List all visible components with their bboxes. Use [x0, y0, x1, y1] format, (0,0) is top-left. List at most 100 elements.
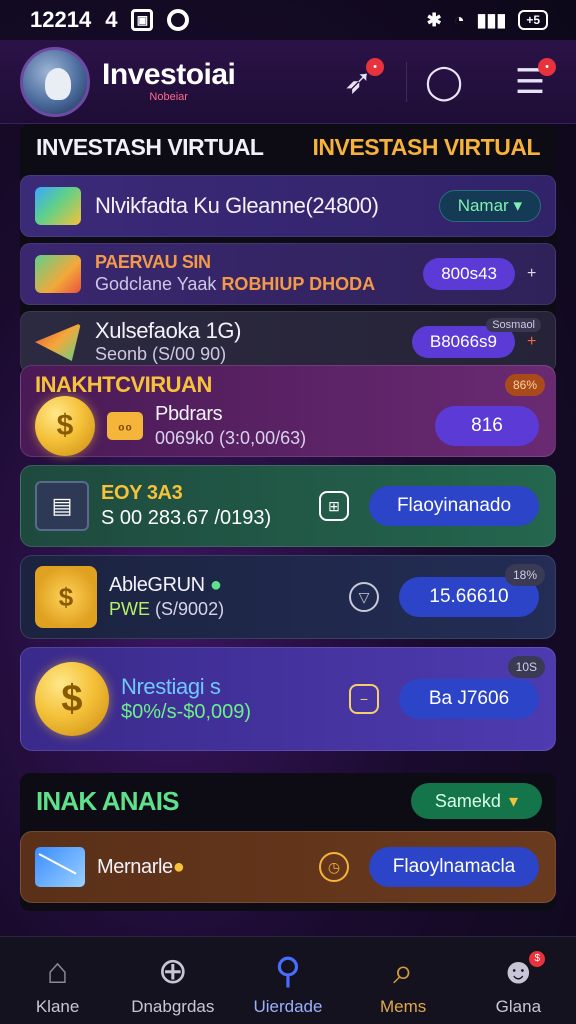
nav-label: Mems	[380, 996, 427, 1016]
status-left: 12214 4 ▣	[30, 7, 190, 33]
nav-item-home[interactable]: ⌂ Klane	[3, 949, 113, 1017]
nav-item-search[interactable]: ⌕ Mems	[348, 949, 458, 1017]
inak-panel: INAK ANAIS Samekd ▾ Mernarle● ◷ Flaoylna…	[20, 773, 556, 911]
wifi-icon: ◔	[453, 9, 465, 30]
percent-badge: 86%	[504, 374, 545, 396]
card-title: AbleGRUN ●	[109, 573, 349, 598]
status-time: 12214	[30, 7, 92, 32]
avatar[interactable]	[20, 46, 90, 117]
card-title: EOY 3A3	[101, 482, 183, 504]
check-icon: ●	[209, 574, 222, 597]
dollar-card[interactable]: 10S $ Nrestiagi s $0%/s-$0,009) − Ba J76…	[20, 647, 556, 751]
menu-badge: •	[538, 57, 556, 76]
notification-badge: •	[366, 57, 384, 76]
plus-icon[interactable]: +	[527, 265, 541, 283]
image-icon: ▣	[131, 9, 154, 31]
panel2-title: INAK ANAIS	[36, 785, 180, 816]
card-action-button[interactable]: Flaoyinanado	[369, 486, 539, 526]
card-text: AbleGRUN ● PWE (S/9002)	[109, 573, 349, 621]
list-item[interactable]: Nlvikfadta Ku Gleanne(24800) Namar ▾	[20, 175, 556, 237]
coin-icon: ●	[172, 855, 185, 878]
device-card[interactable]: ▤ EOY 3A3 S 00 283.67 /0193) ⊞ Flaoyinan…	[20, 465, 556, 547]
row-sub-text: Godclane Yaak	[95, 274, 217, 294]
card-sub-text: (S/9002)	[155, 599, 225, 620]
card-title: Nrestiagi s	[121, 673, 221, 699]
row-sub-highlight: ROBHIUP DHODA	[221, 274, 376, 294]
status-bar: 12214 4 ▣ ✱ ◔ ▮▮▮ +5	[0, 0, 576, 40]
search-icon: ⌕	[393, 949, 414, 991]
status-right: ✱ ◔ ▮▮▮ +5	[427, 10, 548, 31]
home-icon: ⌂	[46, 949, 69, 991]
row-title: PAERVAU SIN	[95, 252, 211, 273]
circle-icon	[167, 9, 190, 31]
status-count: 4	[105, 7, 118, 32]
signal-icon: ▮▮▮	[476, 9, 507, 30]
panel2-select-button[interactable]: Samekd ▾	[410, 783, 542, 819]
list-item[interactable]: PAERVAU SIN Godclane Yaak ROBHIUP DHODA …	[20, 243, 556, 305]
user-icon: ⚲	[274, 949, 302, 991]
envelope-icon	[35, 187, 81, 225]
status-badge: Sosmaol	[486, 318, 541, 332]
percent-badge: 18%	[504, 564, 545, 586]
coins-card[interactable]: 18% $ AbleGRUN ● PWE (S/9002) ▽ 15.66610	[20, 555, 556, 639]
plus-circle-icon: ⊕	[157, 949, 188, 991]
menu-icon[interactable]: ☰ •	[510, 57, 556, 102]
card-action-button[interactable]: Flaoylnamacla	[369, 847, 539, 887]
row-title: Nlvikfadta Ku Gleanne(24800)	[95, 192, 379, 218]
battery-icon: +5	[518, 10, 548, 30]
panel2-header: INAK ANAIS Samekd ▾	[20, 783, 556, 831]
shield-icon[interactable]: ▽	[349, 582, 379, 612]
nav-label: Glana	[495, 996, 542, 1016]
card-action-button[interactable]: 816	[435, 406, 539, 446]
card-title: Pbdrars	[155, 403, 223, 426]
search-icon[interactable]: ◯	[424, 62, 464, 102]
nav-item-profile[interactable]: ☻ $ Glana	[463, 949, 573, 1017]
rocket-icon[interactable]: ➶ •	[338, 57, 384, 102]
app-header: Investoiai Nobeiar ➶ • ◯ ☰ •	[0, 40, 576, 124]
clock-icon[interactable]: ◷	[319, 852, 349, 882]
card-title-text: AbleGRUN	[109, 574, 205, 597]
card-text: EOY 3A3 S 00 283.67 /0193)	[101, 481, 319, 531]
bluetooth-icon: ✱	[426, 9, 442, 30]
panel-title-left: INVESTASH VIRTUAL	[36, 134, 264, 160]
nav-label: Dnabgrdas	[131, 996, 215, 1016]
investash-panel: INVESTASH VIRTUAL INVESTASH VIRTUAL Nlvi…	[20, 124, 556, 387]
panel-header: INVESTASH VIRTUAL INVESTASH VIRTUAL	[20, 132, 556, 175]
nav-label: Uierdade	[253, 996, 323, 1016]
nav-item-add[interactable]: ⊕ Dnabgrdas	[118, 949, 228, 1017]
profile-icon: ☻ $	[499, 949, 546, 993]
card-title-text: Mernarle	[97, 855, 173, 878]
section-label: INAKHTCVIRUAN	[35, 372, 212, 397]
nav-badge: $	[529, 950, 546, 967]
row-subtitle: Seonb (S/00 90)	[95, 344, 227, 365]
minus-box-icon[interactable]: −	[349, 684, 379, 714]
card-title: Mernarle●	[97, 855, 319, 880]
card-sub-prefix: PWE	[109, 599, 151, 620]
header-divider	[406, 62, 407, 102]
brand-subtitle: Nobeiar	[149, 91, 188, 103]
row-action-button[interactable]: 800s43	[423, 258, 515, 290]
device-icon: ▤	[35, 481, 89, 531]
card-subtitle: PWE (S/9002)	[109, 598, 349, 621]
nav-label: Klane	[35, 996, 80, 1016]
card-text: Mernarle●	[97, 855, 319, 880]
button-label: Samekd	[434, 790, 501, 811]
row-text: Nlvikfadta Ku Gleanne(24800)	[95, 193, 439, 219]
card-action-button[interactable]: Ba J7606	[399, 679, 539, 719]
panel-title-right[interactable]: INVESTASH VIRTUAL	[313, 134, 541, 161]
coin-stack-icon: $	[35, 566, 97, 628]
wallet-icon: ₀₀	[107, 412, 143, 440]
plus-icon[interactable]: +	[527, 333, 541, 351]
envelope-icon	[35, 255, 81, 293]
list-item[interactable]: Sosmaol Xulsefaoka 1G) Seonb (S/00 90) B…	[20, 311, 556, 373]
paper-plane-icon	[35, 323, 81, 361]
coin-card[interactable]: INAKHTCVIRUAN 86% $ ₀₀ Pbdrars 0069k0 (3…	[20, 365, 556, 457]
calculator-icon[interactable]: ⊞	[319, 491, 349, 521]
bottom-nav: ⌂ Klane ⊕ Dnabgrdas ⚲ Uierdade ⌕ Mems ☻ $…	[0, 936, 576, 1024]
row-action-button[interactable]: Namar ▾	[438, 190, 541, 222]
row-title: Xulsefaoka 1G)	[95, 318, 242, 343]
card-subtitle: S 00 283.67 /0193)	[101, 507, 272, 529]
nav-item-user[interactable]: ⚲ Uierdade	[233, 949, 343, 1017]
main-content: INVESTASH VIRTUAL INVESTASH VIRTUAL Nlvi…	[20, 124, 556, 934]
mail-card[interactable]: Mernarle● ◷ Flaoylnamacla	[20, 831, 556, 903]
